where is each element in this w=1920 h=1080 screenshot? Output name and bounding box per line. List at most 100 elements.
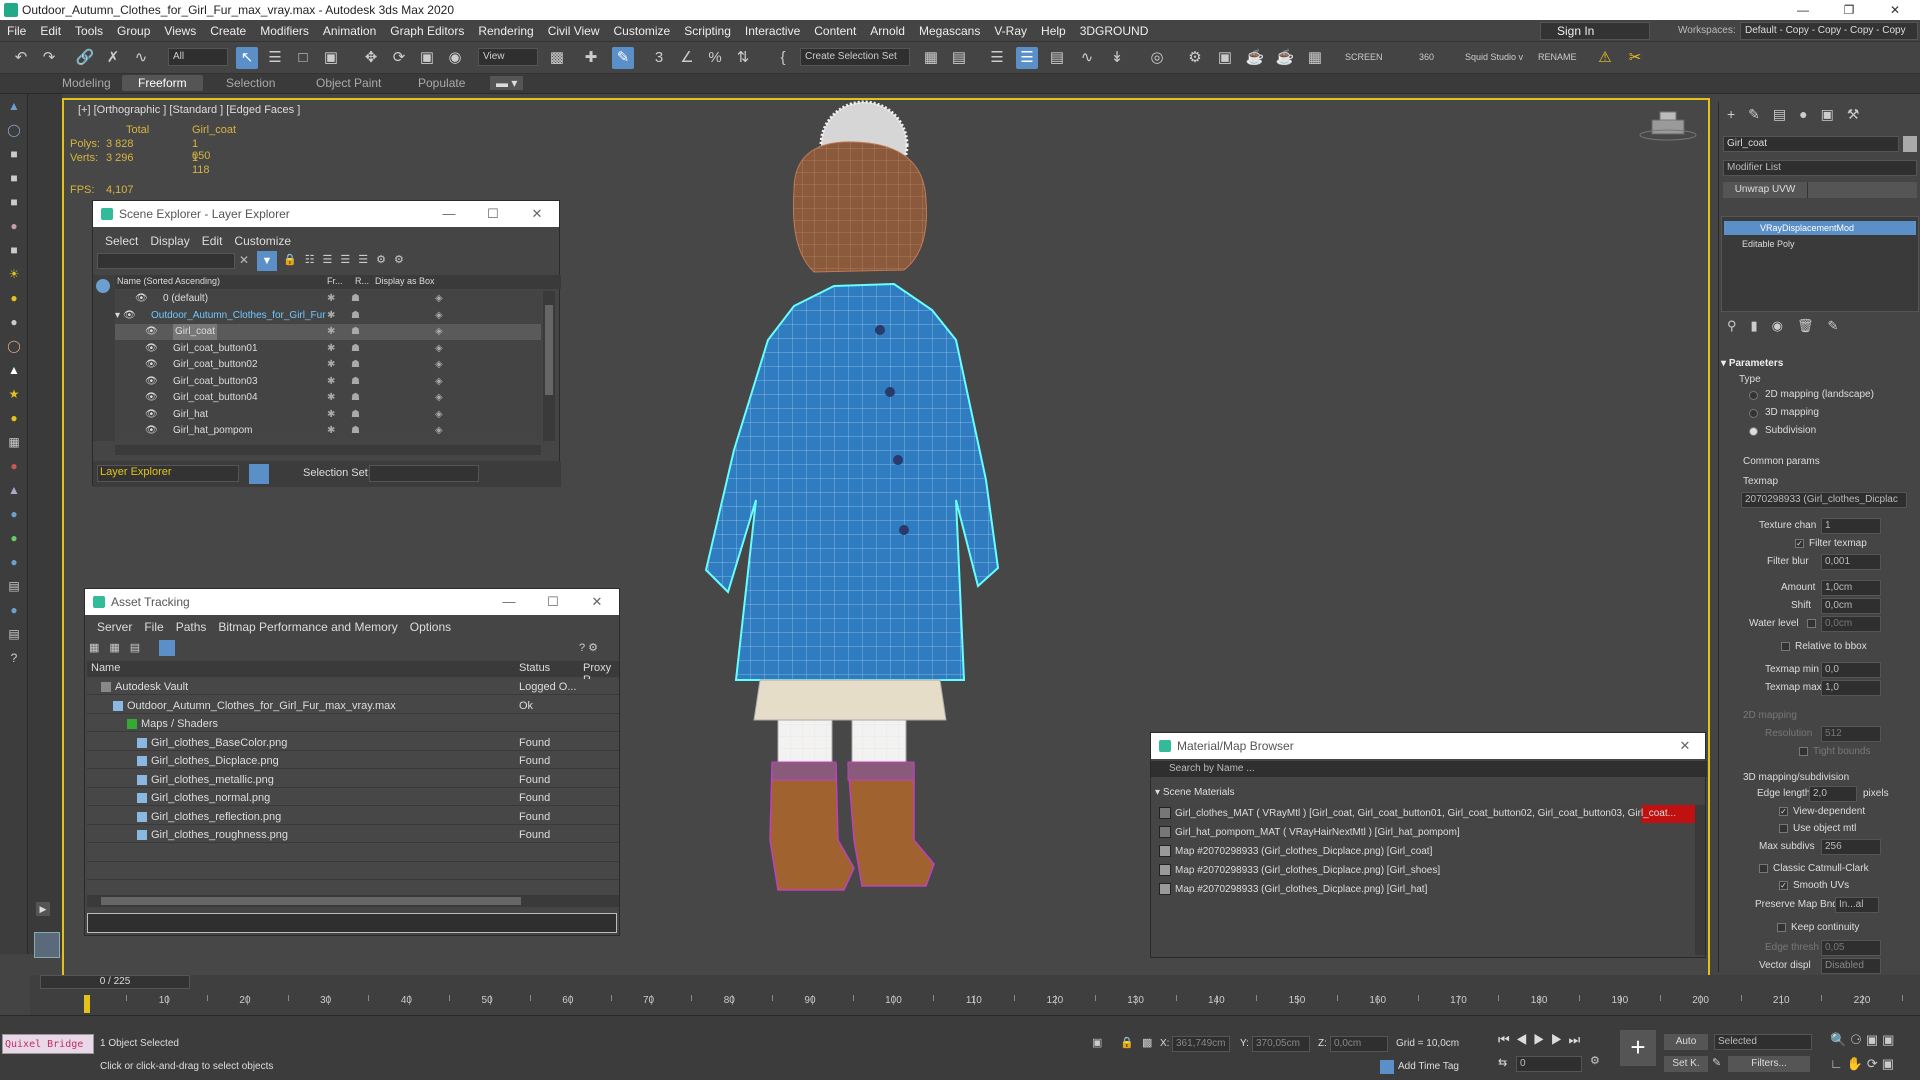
view-dependent-checkbox[interactable]: ✓ (1779, 807, 1788, 816)
link-icon[interactable]: 🔗 (74, 47, 96, 69)
material-row[interactable]: Girl_clothes_MAT ( VRayMtl ) [Girl_coat,… (1159, 805, 1695, 823)
asset-row[interactable]: Maps / Shaders (87, 716, 619, 732)
z-coordinate-field[interactable]: 0,0cm (1330, 1036, 1388, 1052)
at-menu-server[interactable]: Server (91, 620, 138, 634)
filter-blur-spinner[interactable]: 0,001 (1821, 554, 1881, 570)
leaf-icon[interactable]: ● (6, 530, 22, 546)
parameters-rollout-header[interactable]: ▾ Parameters (1721, 358, 1917, 370)
texture-chan-spinner[interactable]: 1 (1821, 518, 1881, 534)
catmull-clark-checkbox[interactable] (1759, 864, 1768, 873)
expand-arrow-icon[interactable]: ▾ (115, 308, 120, 324)
menu-content[interactable]: Content (807, 24, 863, 38)
asset-row[interactable]: Girl_clothes_metallic.png Found (87, 772, 619, 788)
tab-selection[interactable]: Selection (226, 76, 275, 90)
se-col-display-box[interactable]: Display as Box (375, 276, 435, 286)
menu-modifiers[interactable]: Modifiers (253, 24, 316, 38)
render-icon[interactable]: ☗ (351, 324, 360, 340)
help-icon[interactable]: ? (6, 650, 22, 666)
se-menu-customize[interactable]: Customize (228, 234, 297, 248)
menu-edit[interactable]: Edit (33, 24, 68, 38)
relative-bbox-checkbox[interactable] (1781, 642, 1790, 651)
visibility-eye-icon[interactable]: 👁 (123, 308, 136, 324)
asset-row[interactable]: Girl_clothes_roughness.png Found (87, 827, 619, 843)
asset-row[interactable]: Outdoor_Autumn_Clothes_for_Girl_Fur_max_… (87, 698, 619, 714)
at-close[interactable]: ✕ (575, 589, 619, 615)
se-tree-row[interactable]: 👁 Girl_coat_button01 ✱ ☗ ◈ (115, 341, 541, 357)
sphere-icon[interactable]: ● (6, 290, 22, 306)
resolution-spinner[interactable]: 512 (1821, 726, 1881, 742)
se-explorer-dropdown[interactable]: Layer Explorer (97, 465, 239, 482)
at-col-status[interactable]: Status (519, 662, 550, 674)
se-selection-set-dropdown[interactable] (369, 465, 479, 482)
percent-snap-icon[interactable]: % (704, 47, 726, 69)
freeze-icon[interactable]: ✱ (327, 407, 335, 423)
water-level-checkbox[interactable] (1807, 619, 1816, 628)
se-sort-icon[interactable] (96, 279, 110, 293)
selection-filter-dropdown[interactable]: All (168, 48, 228, 66)
use-object-mtl-checkbox[interactable] (1779, 824, 1788, 833)
add-time-tag-button[interactable]: Add Time Tag (1398, 1061, 1459, 1072)
playback-controls[interactable]: ⏮◀▶▶⏭ (1498, 1032, 1586, 1048)
reference-coordinate-dropdown[interactable]: View (478, 48, 538, 66)
schematic-view-icon[interactable]: ↡ (1106, 47, 1128, 69)
snaps-toggle-icon[interactable]: 3 (648, 47, 670, 69)
menu-views[interactable]: Views (157, 24, 203, 38)
timeline-track[interactable]: 10 20 30 40 50 60 70 80 90 100 110 120 130 140 150 160 1… (86, 995, 1903, 1013)
box-icon[interactable]: ◈ (435, 390, 443, 406)
box-icon[interactable]: ◈ (435, 374, 443, 390)
se-col-render[interactable]: R... (355, 276, 369, 286)
tab-object-paint[interactable]: Object Paint (316, 76, 381, 90)
se-tree-row[interactable]: 👁 Girl_coat_button04 ✱ ☗ ◈ (115, 390, 541, 406)
at-minimize[interactable]: — (487, 589, 531, 615)
time-slider[interactable]: 0 / 225 (40, 975, 190, 989)
freeze-icon[interactable]: ✱ (327, 324, 335, 340)
expand-arrow-icon[interactable]: ▶ (36, 902, 50, 916)
modifier-list-dropdown[interactable]: Modifier List (1723, 160, 1917, 176)
named-selection-dropdown[interactable]: Create Selection Set (800, 48, 910, 66)
scene-explorer-close[interactable]: ✕ (515, 201, 559, 227)
at-hscroll-thumb[interactable] (101, 897, 521, 905)
current-frame-field[interactable]: 0 (1516, 1056, 1582, 1072)
radio-subdivision[interactable] (1749, 427, 1758, 436)
squid-studio-button[interactable]: Squid Studio v (1465, 52, 1523, 62)
menu-customize[interactable]: Customize (607, 24, 678, 38)
se-scrollbar[interactable] (543, 291, 555, 441)
n360-script-button[interactable]: 360 (1419, 52, 1434, 62)
render-icon[interactable]: ☗ (351, 357, 360, 373)
visibility-eye-icon[interactable]: 👁 (145, 390, 158, 406)
quixel-bridge-button[interactable]: Quixel Bridge (2, 1034, 94, 1054)
radio-3d-mapping[interactable] (1749, 409, 1758, 418)
object-name-field[interactable]: Girl_coat (1723, 136, 1899, 152)
visibility-eye-icon[interactable]: 👁 (145, 407, 158, 423)
freeze-icon[interactable]: ✱ (327, 390, 335, 406)
render-icon[interactable]: ☗ (351, 341, 360, 357)
time-marker[interactable] (84, 995, 90, 1013)
texmap-min-spinner[interactable]: 0,0 (1821, 662, 1881, 678)
ribbon-options-icon[interactable]: ▬ ▾ (490, 76, 524, 90)
x-coordinate-field[interactable]: 361,749cm (1172, 1036, 1230, 1052)
modifier-button-blank[interactable] (1807, 182, 1917, 198)
menu-group[interactable]: Group (110, 24, 157, 38)
se-tree-row[interactable]: 👁 Girl_coat_button02 ✱ ☗ ◈ (115, 357, 541, 373)
box-icon[interactable]: ◈ (435, 308, 443, 324)
at-toolbar-icons[interactable]: ▦▦▤ (89, 641, 150, 654)
warning-icon[interactable]: ⚠ (1594, 47, 1616, 69)
lights-icon[interactable]: ■ (6, 146, 22, 162)
menu-civil-view[interactable]: Civil View (541, 24, 607, 38)
sphere3-icon[interactable]: ● (6, 554, 22, 570)
at-table-view-icon[interactable] (159, 640, 175, 656)
scene-explorer-minimize[interactable]: — (427, 201, 471, 227)
move-icon[interactable]: ✥ (360, 47, 382, 69)
menu-tools[interactable]: Tools (68, 24, 110, 38)
freeze-icon[interactable]: ✱ (327, 291, 335, 307)
scene-explorer-maximize[interactable]: ☐ (471, 201, 515, 227)
render-setup-icon[interactable]: ⚙ (1184, 47, 1206, 69)
key-filters-icon[interactable]: ✎ (1712, 1056, 1721, 1069)
curve-editor-icon[interactable]: ∿ (1076, 47, 1098, 69)
visibility-eye-icon[interactable]: 👁 (145, 374, 158, 390)
tight-bounds-checkbox[interactable] (1799, 747, 1808, 756)
angle-snap-icon[interactable]: ∠ (676, 47, 698, 69)
menu-file[interactable]: File (0, 24, 33, 38)
bone-icon[interactable]: ▲ (6, 482, 22, 498)
se-filter-icon[interactable]: ▼ (257, 251, 277, 271)
